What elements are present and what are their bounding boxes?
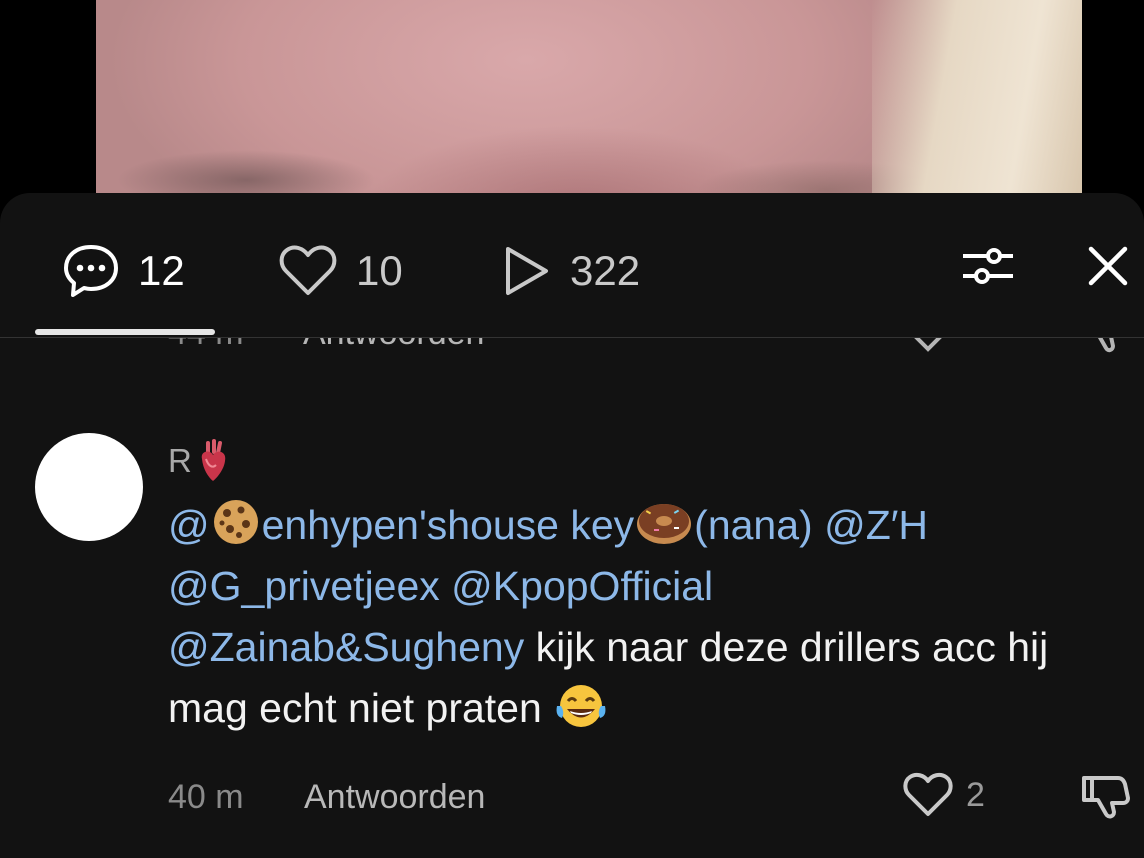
comment-bubble-icon	[64, 245, 118, 297]
comments-sheet: 12 10 322 R @ enhypen'shouse key (nana) …	[0, 193, 1144, 858]
filter-sliders-icon	[963, 248, 1013, 284]
heart-icon[interactable]	[903, 338, 953, 352]
laughing-tears-emoji	[556, 685, 606, 727]
cookie-emoji	[213, 500, 258, 544]
dislike-icon[interactable]	[1080, 338, 1130, 358]
video-hair-area	[872, 0, 1082, 200]
previous-comment-time: 44 m	[168, 338, 244, 353]
username-text: R	[168, 442, 192, 479]
tab-likes[interactable]: 10	[278, 243, 403, 299]
tab-comments[interactable]: 12	[62, 243, 185, 299]
avatar[interactable]	[35, 433, 143, 541]
comment-text: @ enhypen'shouse key (nana) @Z′H @G_priv…	[168, 495, 1133, 739]
mention-link[interactable]: @Zainab&Sugheny	[168, 624, 524, 670]
reply-button[interactable]: Antwoorden	[304, 778, 485, 817]
mention-link[interactable]: @G_privetjeex @KpopOfficial	[168, 563, 713, 609]
like-count: 2	[966, 775, 985, 814]
heart-icon	[903, 772, 953, 816]
dislike-icon	[1082, 776, 1130, 819]
anatomical-heart-emoji	[201, 439, 226, 481]
comments-count: 12	[138, 247, 185, 294]
heart-icon	[279, 245, 337, 295]
filter-button[interactable]	[958, 241, 1018, 291]
active-tab-indicator	[35, 329, 215, 335]
comment-username[interactable]: R	[168, 439, 230, 483]
mention-link[interactable]: enhypen'shouse key	[262, 502, 635, 548]
video-preview[interactable]	[96, 0, 1082, 200]
close-button[interactable]	[1080, 238, 1136, 294]
donut-emoji	[637, 504, 692, 544]
dislike-button[interactable]	[1080, 770, 1132, 827]
mention-link[interactable]: (nana) @Z′H	[694, 502, 928, 548]
mention-link[interactable]: @	[168, 502, 210, 548]
tab-plays[interactable]: 322	[500, 243, 640, 299]
comment-time: 40 m	[168, 778, 244, 816]
stats-tab-bar: 12 10 322	[0, 193, 1144, 338]
previous-reply-button[interactable]: Antwoorden	[303, 338, 484, 353]
plays-count: 322	[570, 247, 641, 294]
close-icon	[1088, 246, 1128, 286]
likes-count: 10	[356, 247, 403, 294]
like-button[interactable]: 2	[902, 772, 985, 818]
previous-comment-footer: 44 m Antwoorden	[0, 338, 1144, 368]
comment-footer: 40 m Antwoorden 2	[168, 772, 1138, 828]
play-icon	[506, 247, 548, 295]
